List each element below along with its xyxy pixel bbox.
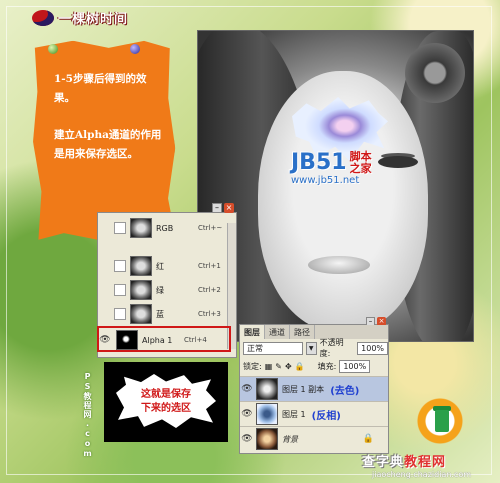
eye-icon[interactable]: 👁 <box>240 409 254 419</box>
channel-thumbnail <box>130 256 152 276</box>
blend-mode-select[interactable]: 正常 <box>243 341 303 355</box>
tab-channels[interactable]: 通道 <box>265 325 290 339</box>
tab-layers[interactable]: 图层 <box>240 325 265 339</box>
channel-row-red[interactable]: 红 Ctrl+1 <box>98 255 228 277</box>
watermark-main: JB51 <box>291 150 347 175</box>
layers-panel: – × 图层 通道 路径 正常 ▼ 不透明度: 100% 锁定: ▦ ✎ ✥ 🔒… <box>239 317 389 454</box>
blue-pin-icon <box>130 44 140 54</box>
lock-paint-icon[interactable]: ✎ <box>275 362 282 371</box>
fill-input[interactable]: 100% <box>339 359 371 373</box>
lips <box>308 256 370 274</box>
note-text: 1-5步骤后得到的效果。 建立Alpha通道的作用是用来保存选区。 <box>54 70 164 182</box>
right-eye <box>378 156 418 168</box>
layer-thumbnail <box>256 428 278 450</box>
vertical-watermark: PS教程网.com <box>83 372 92 459</box>
channel-name: RGB <box>156 223 174 233</box>
layer-name: 图层 1 <box>282 409 306 419</box>
fill-label: 填充: <box>317 361 337 371</box>
bottle-icon <box>435 410 449 432</box>
site-logo: 一棵树时间 <box>32 8 128 27</box>
chevron-down-icon[interactable]: ▼ <box>305 341 317 355</box>
visibility-box[interactable] <box>114 308 126 320</box>
lock-transparency-icon[interactable]: ▦ <box>265 362 273 371</box>
selection-caption: 这就是保存 下来的选区 <box>141 389 191 414</box>
blend-controls: 正常 ▼ 不透明度: 100% <box>243 338 389 358</box>
channel-name: 绿 <box>156 285 164 295</box>
channel-shortcut: Ctrl+~ <box>198 224 223 232</box>
channel-row-blue[interactable]: 蓝 Ctrl+3 <box>98 303 228 325</box>
lock-label: 锁定: <box>243 361 262 371</box>
layer-row[interactable]: 👁 背景 🔒 <box>240 426 388 451</box>
lock-all-icon[interactable]: 🔒 <box>295 362 305 371</box>
opacity-label: 不透明度: <box>319 338 344 358</box>
layer-name: 背景 <box>282 434 298 444</box>
layer-tag: (去色) <box>330 385 360 397</box>
flower-ornament <box>405 43 465 103</box>
note-line-2: 建立Alpha通道的作用是用来保存选区。 <box>54 129 162 160</box>
eye-icon[interactable]: 👁 <box>240 384 254 394</box>
channel-name: 蓝 <box>156 309 164 319</box>
lock-controls: 锁定: ▦ ✎ ✥ 🔒 填充: 100% <box>243 359 371 373</box>
layer-row[interactable]: 👁 图层 1 (反相) <box>240 401 388 426</box>
channel-name: 红 <box>156 261 164 271</box>
footer-url: jiaocheng.chazidian.com <box>372 470 472 479</box>
footer-brand: 查字典教程网 <box>362 455 447 470</box>
visibility-box[interactable] <box>114 260 126 272</box>
watermark: JB51 脚本 之家 www.jb51.net <box>291 150 372 186</box>
channel-shortcut: Ctrl+1 <box>198 262 221 270</box>
layer-thumbnail <box>256 378 278 400</box>
close-icon[interactable]: × <box>224 203 234 213</box>
opacity-input[interactable]: 100% <box>357 341 389 355</box>
layer-thumbnail <box>256 403 278 425</box>
visibility-box[interactable] <box>114 284 126 296</box>
layer-row[interactable]: 👁 图层 1 副本 (去色) <box>240 376 388 401</box>
channel-shortcut: Ctrl+3 <box>198 310 221 318</box>
channel-thumbnail <box>130 280 152 300</box>
panel-tabs: 图层 通道 路径 <box>240 325 388 339</box>
channel-shortcut: Ctrl+2 <box>198 286 221 294</box>
minimize-icon[interactable]: – <box>212 203 222 213</box>
layer-name: 图层 1 副本 <box>282 384 325 394</box>
tab-paths[interactable]: 路径 <box>290 325 315 339</box>
logo-text: 一棵树时间 <box>58 12 129 27</box>
visibility-box[interactable] <box>114 222 126 234</box>
logo-mark-icon <box>32 9 54 26</box>
lock-move-icon[interactable]: ✥ <box>285 362 292 371</box>
watermark-side: 脚本 之家 <box>349 149 372 175</box>
channel-thumbnail <box>130 218 152 238</box>
alpha-highlight-outline <box>97 326 231 352</box>
portrait-photo <box>197 30 474 342</box>
layer-tag: (反相) <box>311 410 341 422</box>
channel-row-green[interactable]: 绿 Ctrl+2 <box>98 279 228 301</box>
note-line-1: 1-5步骤后得到的效果。 <box>54 73 147 104</box>
lock-icon: 🔒 <box>362 434 374 444</box>
green-pin-icon <box>48 44 58 54</box>
channel-row-rgb[interactable]: RGB Ctrl+~ <box>98 217 228 239</box>
eye-icon[interactable]: 👁 <box>240 434 254 444</box>
channel-thumbnail <box>130 304 152 324</box>
watermark-url: www.jb51.net <box>291 175 360 186</box>
